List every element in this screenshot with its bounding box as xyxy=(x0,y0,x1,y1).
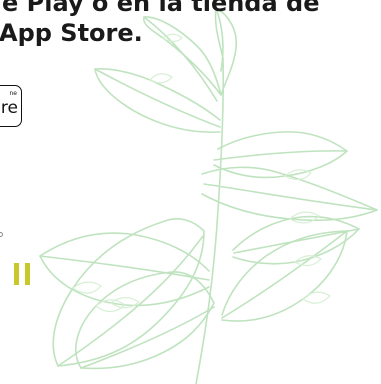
promo-heading: e Play o en la tienda de App Store. xyxy=(0,0,381,48)
app-store-badge-button[interactable]: ne re xyxy=(0,85,22,127)
app-store-badge-small-text: ne xyxy=(9,90,18,97)
promo-heading-line-2: App Store. xyxy=(0,19,143,47)
pause-bar-left xyxy=(14,263,19,285)
pause-bar-right xyxy=(25,263,30,285)
plant-illustration xyxy=(39,7,378,384)
pause-icon[interactable] xyxy=(14,263,33,285)
app-store-badge-main-text: re xyxy=(0,98,18,118)
promo-heading-line-1: e Play o en la tienda de xyxy=(2,0,320,17)
